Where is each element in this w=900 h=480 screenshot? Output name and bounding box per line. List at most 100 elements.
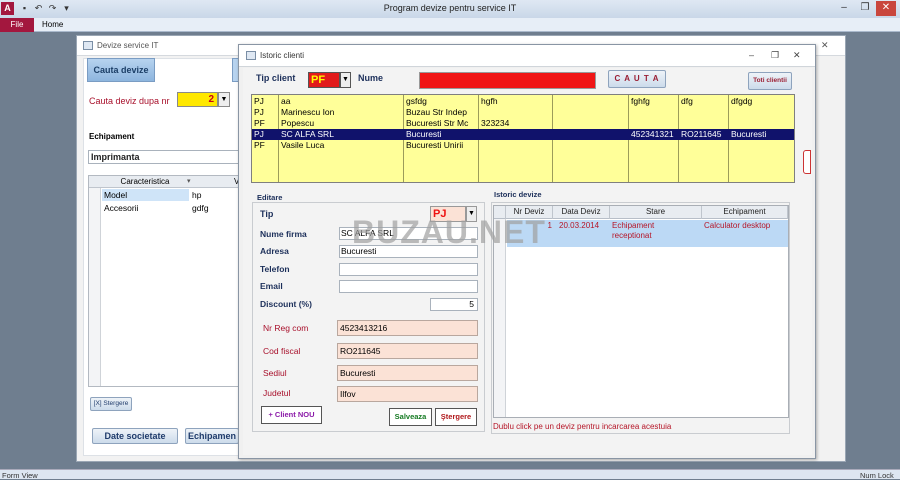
- dialog-titlebar: Istoric clienti – ❐ ✕: [239, 45, 815, 67]
- header-data-deviz[interactable]: Data Deviz: [553, 206, 610, 219]
- table-cell: Bucuresti Unirii: [406, 140, 464, 150]
- table-cell: PF: [254, 140, 265, 150]
- equipment-field[interactable]: Imprimanta: [88, 150, 240, 164]
- restore-icon[interactable]: ❐: [855, 1, 875, 16]
- minimize-icon[interactable]: –: [749, 50, 754, 60]
- discount-label: Discount (%): [260, 299, 312, 309]
- table-cell: [629, 140, 678, 151]
- close-icon[interactable]: ✕: [876, 1, 896, 16]
- form-icon: [83, 41, 93, 50]
- email-label: Email: [260, 281, 283, 291]
- home-tab[interactable]: Home: [42, 18, 63, 32]
- table-cell: PJ: [254, 129, 264, 139]
- minimize-icon[interactable]: –: [834, 1, 854, 16]
- telefon-field[interactable]: [339, 263, 478, 276]
- watermark: BUZAU.NET: [352, 214, 546, 250]
- grid-header: Caracteristica ▾ V: [89, 176, 239, 188]
- tip-label: Tip: [260, 209, 274, 219]
- table-cell: [553, 129, 628, 140]
- company-data-button[interactable]: Date societate: [92, 428, 178, 444]
- judetul-label: Judetul: [263, 388, 291, 398]
- stergere-button[interactable]: Ştergere: [435, 408, 477, 426]
- header-stare[interactable]: Stare: [610, 206, 702, 219]
- table-cell: SC ALFA SRL: [281, 129, 334, 139]
- table-cell: [729, 118, 794, 129]
- tip-client-select[interactable]: PF: [308, 72, 340, 88]
- editare-label: Editare: [257, 193, 283, 202]
- cauta-button[interactable]: C A U T A: [608, 70, 666, 88]
- table-row[interactable]: PF Vasile Luca Bucuresti Unirii: [252, 140, 794, 151]
- close-icon[interactable]: ✕: [793, 50, 801, 61]
- client-nou-button[interactable]: + Client NOU: [261, 406, 322, 424]
- form-icon: [246, 51, 256, 60]
- table-cell: 20.03.2014: [559, 221, 600, 230]
- telefon-label: Telefon: [260, 264, 290, 274]
- email-field[interactable]: [339, 280, 478, 293]
- characteristics-grid: Caracteristica ▾ V Model hp Accesorii gd…: [88, 175, 240, 387]
- nr-reg-com-field[interactable]: 4523413216: [337, 320, 478, 336]
- table-row[interactable]: Model: [102, 189, 189, 201]
- table-cell: [479, 140, 552, 151]
- table-row[interactable]: 1 20.03.2014 Echipament receptionat Calc…: [507, 220, 788, 247]
- restore-icon[interactable]: ❐: [771, 50, 779, 61]
- table-cell: Calculator desktop: [704, 221, 771, 230]
- chevron-down-icon[interactable]: ▾: [187, 177, 191, 185]
- table-cell: [553, 96, 628, 107]
- tab-cauta-devize[interactable]: Cauta devize: [87, 58, 155, 82]
- discount-field[interactable]: 5: [430, 298, 478, 311]
- deviz-number-field[interactable]: 2: [177, 92, 218, 107]
- window-title: Program devize pentru service IT: [383, 3, 517, 13]
- chevron-down-icon[interactable]: ▼: [340, 72, 351, 88]
- main-form-close-icon[interactable]: ✕: [821, 40, 829, 51]
- cod-fiscal-field[interactable]: RO211645: [337, 343, 478, 359]
- file-tab[interactable]: File: [0, 18, 34, 32]
- table-row[interactable]: PJ aa gsfdg hgfh fghfg dfg dfgdg: [252, 96, 794, 107]
- table-cell[interactable]: hp: [190, 189, 239, 201]
- nume-label: Nume: [358, 73, 384, 83]
- table-cell: dfg: [681, 96, 693, 106]
- toti-clientii-button[interactable]: Toti clientii: [748, 72, 792, 90]
- nume-search-input[interactable]: [419, 72, 596, 89]
- table-cell: Popescu: [281, 118, 315, 128]
- table-cell: PF: [254, 118, 265, 128]
- table-row[interactable]: PJ Marinescu Ion Buzau Str Indep: [252, 107, 794, 118]
- table-cell: RO211645: [681, 129, 722, 139]
- dialog-title: Istoric clienti: [260, 51, 305, 60]
- sediul-label: Sediul: [263, 368, 287, 378]
- ribbon-bar: [0, 18, 900, 32]
- table-cell: 323234: [481, 118, 510, 128]
- table-cell[interactable]: gdfg: [190, 202, 239, 214]
- table-cell: gsfdg: [406, 96, 427, 106]
- table-cell: aa: [281, 96, 291, 106]
- table-row[interactable]: PJ SC ALFA SRL Bucuresti 452341321 RO211645 B…: [252, 129, 794, 140]
- table-cell: [553, 107, 628, 118]
- header-echipament[interactable]: Echipament: [702, 206, 788, 219]
- row-selector: [89, 188, 101, 386]
- table-cell: [729, 140, 794, 151]
- delete-button[interactable]: [X] Stergere: [90, 397, 132, 411]
- salveaza-button[interactable]: Salveaza: [389, 408, 432, 426]
- table-cell: Vasile Luca: [281, 140, 325, 150]
- table-cell: Marinescu Ion: [281, 107, 335, 117]
- side-tab[interactable]: [803, 150, 811, 174]
- table-cell: dfgdg: [731, 96, 753, 106]
- chevron-down-icon[interactable]: ▼: [218, 92, 230, 107]
- sediul-field[interactable]: Bucuresti: [337, 365, 478, 381]
- table-cell: [479, 107, 552, 118]
- table-cell: Bucuresti Str Mc: [406, 118, 469, 128]
- search-label: Cauta deviz dupa nr: [89, 96, 170, 106]
- equipment-button[interactable]: Echipamen: [185, 428, 239, 444]
- table-row[interactable]: PF Popescu Bucuresti Str Mc 323234: [252, 118, 794, 129]
- table-cell: [679, 107, 728, 118]
- table-cell: [679, 118, 728, 129]
- table-cell: [679, 140, 728, 151]
- adresa-label: Adresa: [260, 246, 289, 256]
- table-cell: Bucuresti: [731, 129, 767, 139]
- table-cell: fghfg: [631, 96, 650, 106]
- table-cell: PJ: [254, 96, 264, 106]
- table-row[interactable]: Accesorii: [102, 202, 189, 214]
- table-cell: 452341321: [631, 129, 674, 139]
- judetul-field[interactable]: Ilfov: [337, 386, 478, 402]
- equipment-label: Echipament: [89, 132, 135, 141]
- table-cell: Buzau Str Indep: [406, 107, 467, 117]
